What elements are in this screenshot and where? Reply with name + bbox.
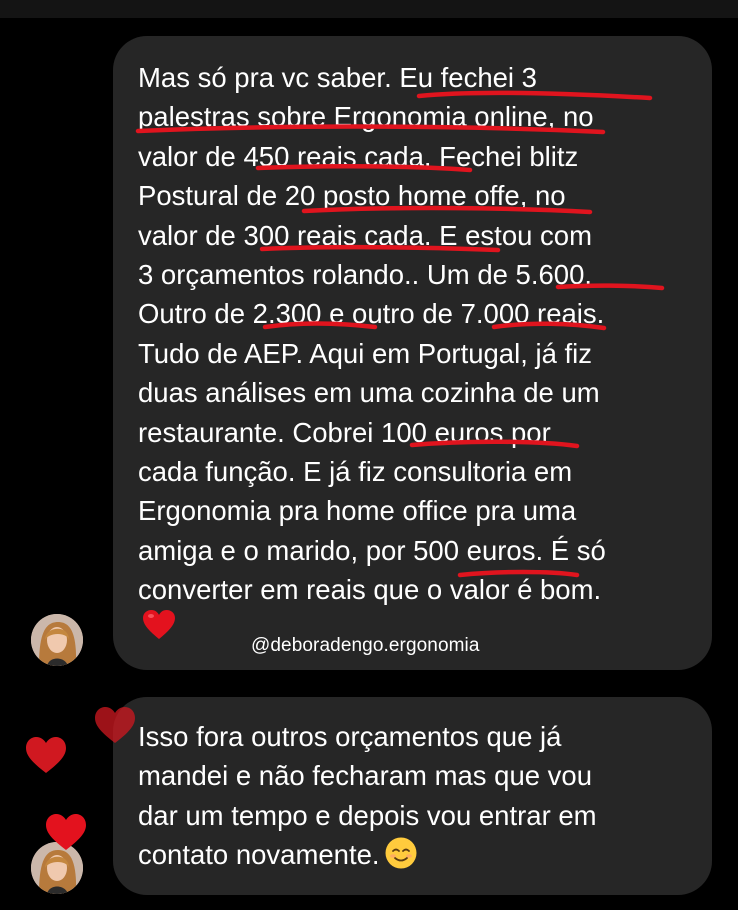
message-bubble[interactable]: Isso fora outros orçamentos que já mande… <box>113 697 712 895</box>
red-heart-emoji-icon <box>143 610 175 639</box>
heart-reaction-icon[interactable] <box>94 705 136 745</box>
message-text: Mas só pra vc saber. Eu fechei 3 palestr… <box>138 62 606 606</box>
heart-reaction-icon[interactable] <box>45 812 87 852</box>
heart-reaction-icon[interactable] <box>25 735 67 775</box>
message-bubble[interactable]: Mas só pra vc saber. Eu fechei 3 palestr… <box>113 36 712 670</box>
watermark-handle: @deboradengo.ergonomia <box>251 635 480 656</box>
avatar[interactable] <box>31 614 83 666</box>
message-text: Isso fora outros orçamentos que já mande… <box>138 721 597 871</box>
relieved-face-emoji-icon <box>385 837 417 869</box>
top-bar <box>0 0 738 18</box>
